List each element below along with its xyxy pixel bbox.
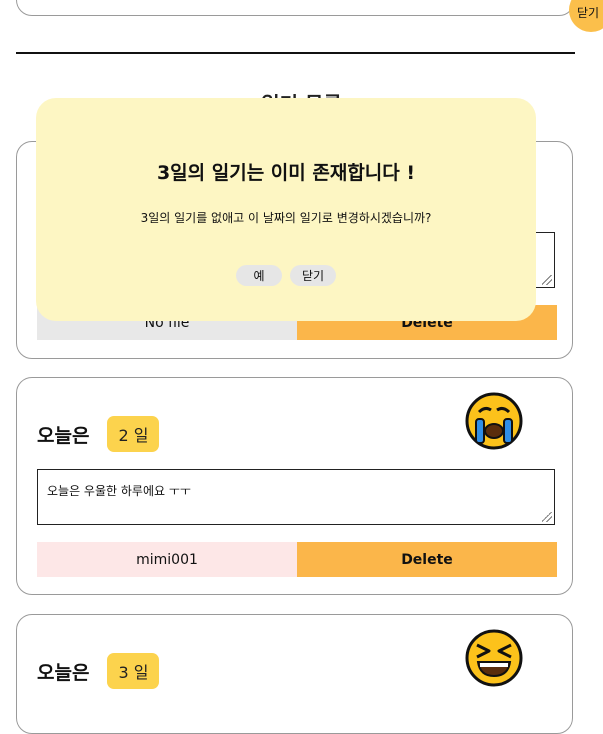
memo-textarea[interactable]: 오늘은 우울한 하루에요 ㅜㅜ	[37, 469, 555, 525]
crying-face-icon	[465, 392, 523, 450]
resize-handle[interactable]	[542, 275, 552, 285]
resize-handle[interactable]	[542, 512, 552, 522]
day-badge: 2 일	[107, 416, 160, 452]
diary-card: 오늘은 2 일 오늘은 우울한 하루에요 ㅜㅜ mimi001 Delete	[16, 377, 573, 595]
modal-close-button[interactable]: 닫기	[290, 265, 336, 286]
laughing-face-icon	[465, 629, 523, 687]
day-badge: 3 일	[107, 653, 160, 689]
close-label: 닫기	[577, 6, 600, 20]
today-label: 오늘은	[37, 661, 90, 684]
file-button[interactable]: mimi001	[37, 542, 297, 577]
today-label: 오늘은	[37, 424, 90, 447]
modal-actions: 예 닫기	[36, 265, 536, 286]
card-actions: mimi001 Delete	[37, 542, 557, 577]
card-header: 오늘은 3 일	[37, 653, 160, 689]
card-header: 오늘은 2 일	[37, 416, 160, 452]
previous-diary-card	[16, 0, 575, 16]
delete-button[interactable]: Delete	[297, 542, 557, 577]
duplicate-diary-modal: 3일의 일기는 이미 존재합니다 ! 3일의 일기를 없애고 이 날짜의 일기로…	[36, 98, 536, 321]
memo-text: 오늘은 우울한 하루에요 ㅜㅜ	[47, 484, 191, 498]
confirm-button[interactable]: 예	[236, 265, 282, 286]
section-divider	[16, 52, 575, 54]
close-button[interactable]: 닫기	[569, 0, 603, 32]
modal-message: 3일의 일기를 없애고 이 날짜의 일기로 변경하시겠습니까?	[140, 211, 432, 225]
modal-title: 3일의 일기는 이미 존재합니다 !	[156, 162, 416, 184]
diary-card: 오늘은 3 일	[16, 614, 573, 734]
